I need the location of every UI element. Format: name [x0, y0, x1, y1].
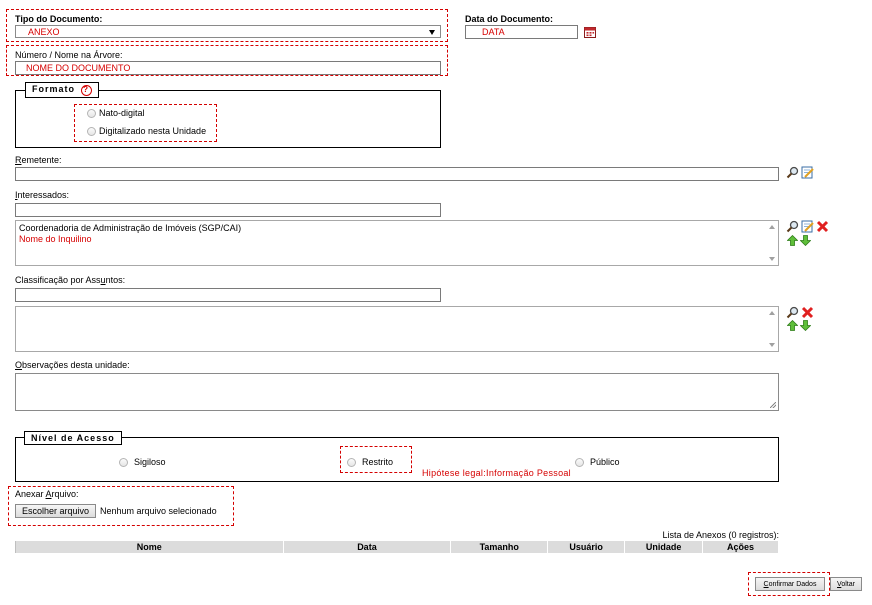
column-tamanho[interactable]: Tamanho	[450, 541, 549, 553]
formato-fieldset	[15, 90, 441, 148]
tipo-documento-value: ANEXO	[28, 27, 60, 37]
anexar-label-text: Anexar	[15, 489, 46, 499]
publico-label: Público	[590, 457, 620, 467]
remetente-input[interactable]	[15, 167, 779, 181]
column-data[interactable]: Data	[282, 541, 452, 553]
column-usuario[interactable]: Usuário	[547, 541, 626, 553]
radio-digitalizado[interactable]	[87, 127, 96, 136]
sigiloso-label: Sigiloso	[134, 457, 166, 467]
column-acoes: Ações	[702, 541, 779, 553]
numero-nome-value: NOME DO DOCUMENTO	[26, 63, 131, 73]
search-icon[interactable]	[786, 166, 799, 179]
data-documento-input[interactable]: DATA	[465, 25, 578, 39]
arrow-down-icon[interactable]	[800, 235, 811, 246]
edit-icon[interactable]	[801, 220, 814, 233]
interessados-input[interactable]	[15, 203, 441, 217]
radio-restrito[interactable]	[347, 458, 356, 467]
formato-legend-text: Formato	[32, 84, 75, 94]
observacoes-label-text: bservações desta unidade:	[22, 360, 130, 370]
remove-icon[interactable]	[801, 306, 814, 319]
scrollbar[interactable]	[766, 307, 778, 351]
arrow-up-icon[interactable]	[787, 320, 798, 331]
nivel-acesso-legend: Nível de Acesso	[24, 431, 122, 445]
voltar-label-rest: oltar	[841, 581, 855, 588]
lista-anexos-table: Nome Data Tamanho Usuário Unidade Ações	[15, 541, 779, 553]
radio-nato-digital[interactable]	[87, 109, 96, 118]
list-item[interactable]: Coordenadoria de Administração de Imóvei…	[19, 223, 241, 233]
interessados-label-text: nteressados:	[17, 190, 70, 200]
anexar-label-rest: rquivo:	[51, 489, 79, 499]
escolher-arquivo-button[interactable]: Escolher arquivo	[15, 504, 96, 518]
edit-icon[interactable]	[801, 166, 814, 179]
column-nome[interactable]: Nome	[15, 541, 284, 553]
confirmar-label-rest: onfirmar Dados	[768, 581, 817, 588]
classificacao-input[interactable]	[15, 288, 441, 302]
nivel-acesso-fieldset	[15, 437, 779, 482]
table-header-row: Nome Data Tamanho Usuário Unidade Ações	[15, 541, 779, 553]
list-item[interactable]: Nome do Inquilino	[19, 234, 92, 244]
classificacao-list[interactable]	[15, 306, 779, 352]
remetente-label-text: emetente:	[21, 155, 62, 165]
remetente-label: Remetente:	[15, 155, 62, 165]
chevron-down-icon	[429, 30, 435, 35]
data-documento-label: Data do Documento:	[465, 14, 554, 24]
voltar-button[interactable]: Voltar	[830, 577, 862, 591]
formato-legend: Formato ?	[25, 82, 99, 98]
arrow-up-icon[interactable]	[787, 235, 798, 246]
interessados-list[interactable]: Coordenadoria de Administração de Imóvei…	[15, 220, 779, 266]
lista-anexos-caption: Lista de Anexos (0 registros):	[662, 530, 779, 540]
resize-handle[interactable]	[770, 402, 776, 408]
observacoes-label: Observações desta unidade:	[15, 360, 130, 370]
numero-nome-label: Número / Nome na Árvore:	[15, 50, 123, 60]
nato-digital-label: Nato-digital	[99, 108, 145, 118]
restrito-label: Restrito	[362, 457, 394, 467]
tipo-documento-select[interactable]: ANEXO	[15, 25, 441, 38]
interessados-label: Interessados:	[15, 190, 70, 200]
search-icon[interactable]	[786, 220, 799, 233]
classificacao-label: Classificação por Assuntos:	[15, 275, 126, 285]
tipo-documento-label: Tipo do Documento:	[15, 14, 103, 24]
hipotese-legal-text: Hipótese legal:Informação Pessoal	[422, 468, 571, 478]
scrollbar[interactable]	[766, 221, 778, 265]
numero-nome-input[interactable]: NOME DO DOCUMENTO	[15, 61, 441, 75]
radio-publico[interactable]	[575, 458, 584, 467]
calendar-icon[interactable]	[584, 26, 596, 38]
help-icon[interactable]: ?	[80, 85, 92, 96]
search-icon[interactable]	[786, 306, 799, 319]
confirmar-dados-button[interactable]: Confirmar Dados	[755, 577, 825, 591]
digitalizado-label: Digitalizado nesta Unidade	[99, 126, 207, 136]
data-documento-value: DATA	[482, 27, 505, 37]
anexar-arquivo-label: Anexar Arquivo:	[15, 489, 79, 499]
arrow-down-icon[interactable]	[800, 320, 811, 331]
observacoes-textarea[interactable]	[15, 373, 779, 411]
radio-sigiloso[interactable]	[119, 458, 128, 467]
column-unidade[interactable]: Unidade	[624, 541, 704, 553]
arquivo-status: Nenhum arquivo selecionado	[100, 506, 217, 516]
remove-icon[interactable]	[816, 220, 829, 233]
